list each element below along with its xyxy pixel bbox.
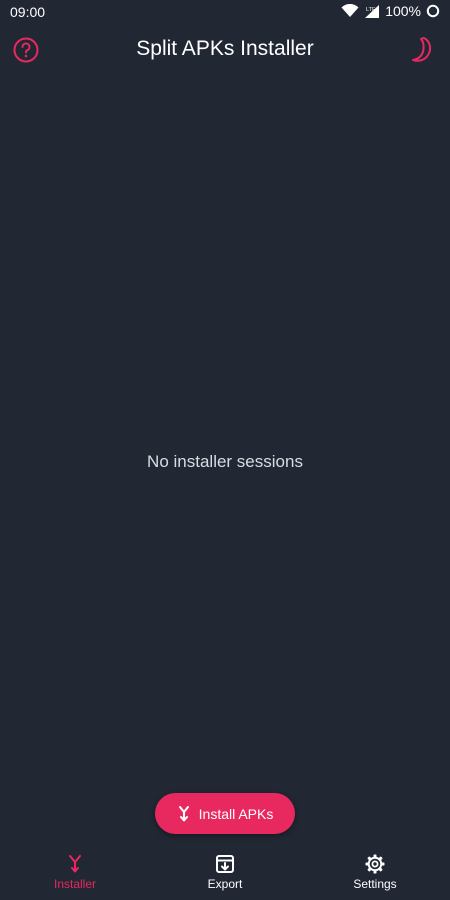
fork-arrow-icon bbox=[177, 805, 191, 823]
battery-percent: 100% bbox=[385, 3, 421, 19]
app-bar: Split APKs Installer bbox=[0, 28, 450, 72]
nav-item-export[interactable]: Export bbox=[150, 854, 300, 898]
status-icons: LTE 100% bbox=[341, 3, 440, 19]
install-apks-label: Install APKs bbox=[198, 805, 274, 822]
network-type-label: LTE bbox=[366, 7, 376, 13]
nav-label-export: Export bbox=[207, 877, 243, 891]
nav-item-installer[interactable]: Installer bbox=[0, 854, 150, 898]
empty-state-message: No installer sessions bbox=[147, 452, 303, 471]
screen: 09:00 LTE 100% Split APKs Installer No i… bbox=[0, 0, 450, 900]
status-bar: 09:00 LTE 100% bbox=[0, 0, 450, 24]
moon-icon bbox=[410, 37, 436, 68]
status-time: 09:00 bbox=[10, 4, 46, 20]
app-title: Split APKs Installer bbox=[136, 37, 314, 60]
wifi-icon bbox=[341, 4, 359, 18]
archive-icon bbox=[215, 854, 235, 874]
theme-toggle-button[interactable] bbox=[410, 36, 436, 64]
bottom-navigation: Installer Export Settings bbox=[0, 850, 450, 900]
fork-arrow-icon bbox=[67, 854, 83, 874]
cell-signal-icon: LTE bbox=[364, 4, 380, 19]
gear-icon bbox=[365, 854, 385, 874]
nav-item-settings[interactable]: Settings bbox=[300, 854, 450, 898]
install-apks-button[interactable]: Install APKs bbox=[155, 793, 295, 834]
nav-label-settings: Settings bbox=[353, 877, 397, 891]
nav-label-installer: Installer bbox=[53, 877, 97, 891]
battery-icon bbox=[426, 4, 440, 18]
